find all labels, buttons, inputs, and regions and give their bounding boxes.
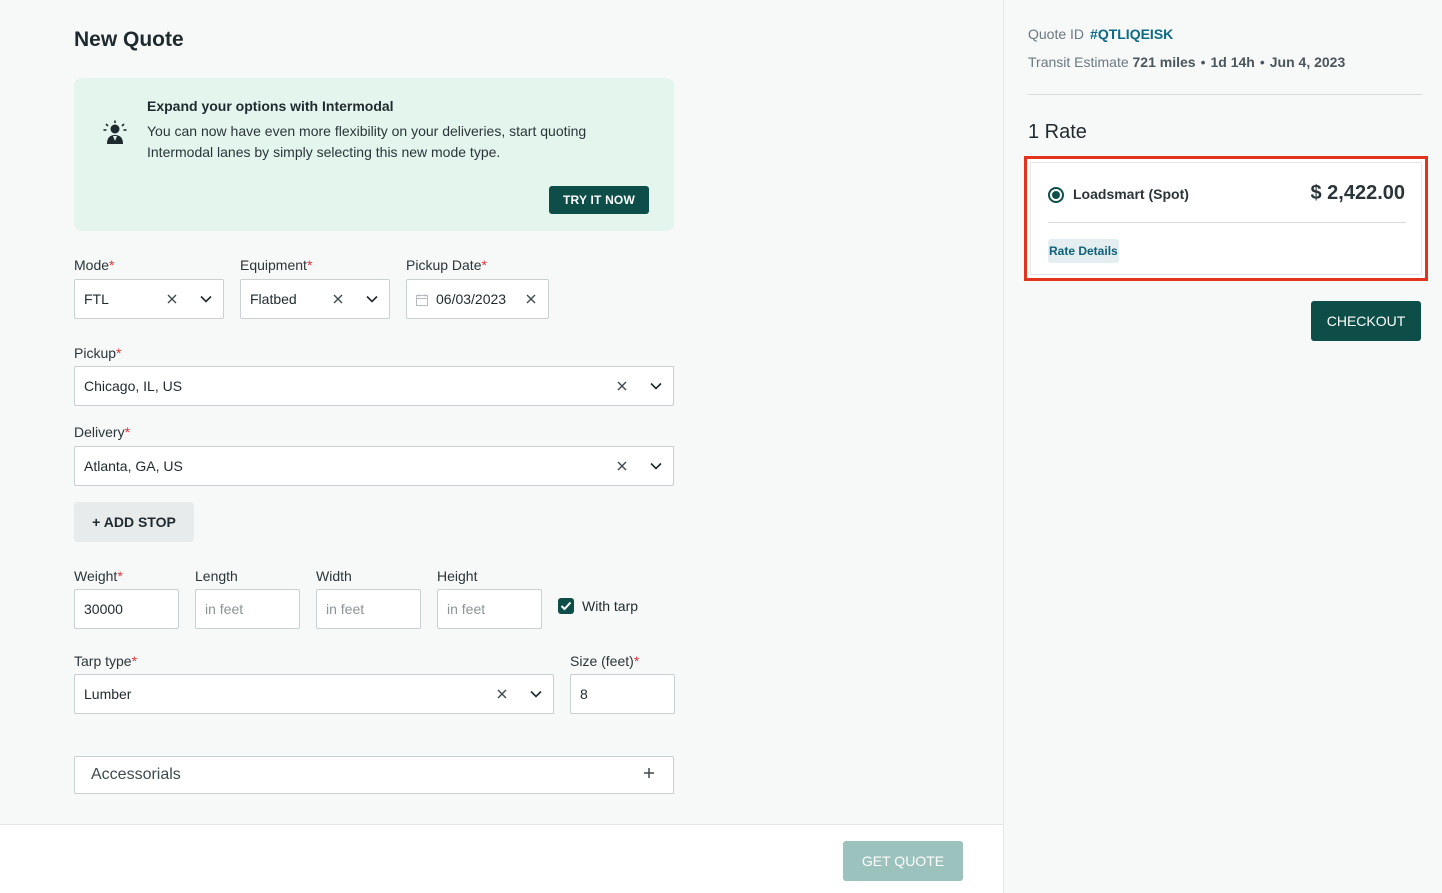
- rate-card-highlight: Loadsmart (Spot) $ 2,422.00 Rate Details: [1024, 156, 1428, 281]
- add-stop-button[interactable]: + ADD STOP: [74, 502, 194, 542]
- quote-id-value[interactable]: #QTLIQEISK: [1090, 26, 1173, 42]
- required-mark: *: [633, 653, 640, 669]
- pickup-date-input[interactable]: 06/03/2023: [406, 279, 549, 319]
- equipment-value: Flatbed: [250, 291, 297, 307]
- rate-count: 1 Rate: [1028, 121, 1087, 143]
- promo-title: Expand your options with Intermodal: [147, 98, 394, 114]
- radio-dot-icon: [1052, 191, 1060, 199]
- clear-icon[interactable]: [331, 292, 345, 306]
- transit-label: Transit Estimate: [1028, 54, 1129, 70]
- chevron-down-icon[interactable]: [649, 459, 663, 473]
- delivery-label: Delivery*: [74, 424, 131, 440]
- tarp-type-value: Lumber: [84, 686, 132, 702]
- required-mark: *: [124, 424, 131, 440]
- required-mark: *: [117, 568, 123, 584]
- transit-duration: 1d 14h: [1210, 54, 1255, 70]
- rate-divider: [1048, 222, 1406, 223]
- length-input[interactable]: in feet: [195, 589, 300, 629]
- height-label: Height: [437, 568, 478, 584]
- quote-summary-panel: Quote ID #QTLIQEISK Transit Estimate 721 …: [1003, 0, 1442, 893]
- pickup-location-select[interactable]: Chicago, IL, US: [74, 366, 674, 406]
- length-placeholder: in feet: [205, 601, 244, 617]
- mode-label: Mode*: [74, 257, 115, 273]
- equipment-label: Equipment*: [240, 257, 313, 273]
- with-tarp-checkbox[interactable]: With tarp: [558, 598, 638, 614]
- size-value: 8: [580, 686, 588, 702]
- size-label: Size (feet)*: [570, 653, 640, 669]
- clear-icon[interactable]: [495, 687, 509, 701]
- calendar-icon: [416, 293, 428, 306]
- required-mark: *: [131, 653, 138, 669]
- chevron-down-icon[interactable]: [365, 292, 379, 306]
- mode-select[interactable]: FTL: [74, 279, 224, 319]
- tarp-type-label: Tarp type*: [74, 653, 138, 669]
- quote-id: Quote ID #QTLIQEISK: [1028, 26, 1173, 42]
- clear-icon[interactable]: [524, 292, 538, 306]
- quote-id-label: Quote ID: [1028, 26, 1085, 42]
- rate-card[interactable]: Loadsmart (Spot) $ 2,422.00 Rate Details: [1030, 162, 1422, 275]
- clear-icon[interactable]: [165, 292, 179, 306]
- intermodal-promo-banner: Expand your options with Intermodal You …: [74, 78, 674, 231]
- length-label: Length: [195, 568, 238, 584]
- rate-radio[interactable]: [1048, 187, 1064, 203]
- delivery-location-select[interactable]: Atlanta, GA, US: [74, 446, 674, 486]
- transit-date: Jun 4, 2023: [1269, 54, 1346, 70]
- accessorials-accordion[interactable]: Accessorials: [74, 756, 674, 794]
- height-placeholder: in feet: [447, 601, 486, 617]
- accessorials-label: Accessorials: [91, 766, 181, 783]
- rate-price: $ 2,422.00: [1310, 182, 1405, 204]
- width-placeholder: in feet: [326, 601, 365, 617]
- pickup-value: Chicago, IL, US: [84, 378, 183, 394]
- delivery-value: Atlanta, GA, US: [84, 458, 183, 474]
- summary-divider: [1028, 94, 1422, 95]
- separator-dot-icon: •: [1200, 54, 1206, 70]
- chevron-down-icon[interactable]: [649, 379, 663, 393]
- width-input[interactable]: in feet: [316, 589, 421, 629]
- width-label: Width: [316, 568, 352, 584]
- page-title: New Quote: [74, 28, 184, 51]
- checkmark-icon[interactable]: [558, 598, 574, 614]
- promo-body: You can now have even more flexibility o…: [147, 123, 587, 160]
- required-mark: *: [481, 257, 487, 273]
- required-mark: *: [109, 257, 115, 273]
- chevron-down-icon[interactable]: [529, 687, 543, 701]
- separator-dot-icon: •: [1259, 54, 1265, 70]
- plus-icon[interactable]: [643, 766, 655, 784]
- person-highlight-icon: [102, 120, 128, 146]
- rate-details-link[interactable]: Rate Details: [1048, 239, 1119, 263]
- checkout-button[interactable]: CHECKOUT: [1311, 301, 1421, 341]
- size-input[interactable]: 8: [570, 674, 675, 714]
- pickup-label: Pickup*: [74, 345, 122, 361]
- weight-value: 30000: [84, 601, 123, 617]
- pickup-date-value: 06/03/2023: [436, 291, 507, 307]
- required-mark: *: [116, 345, 122, 361]
- weight-label: Weight*: [74, 568, 123, 584]
- chevron-down-icon[interactable]: [199, 292, 213, 306]
- transit-estimate: Transit Estimate 721 miles • 1d 14h • Jun 4,…: [1028, 54, 1345, 70]
- pickup-date-label: Pickup Date*: [406, 257, 487, 273]
- carrier-name: Loadsmart (Spot): [1073, 186, 1189, 202]
- try-it-now-button[interactable]: TRY IT NOW: [549, 186, 649, 214]
- equipment-select[interactable]: Flatbed: [240, 279, 390, 319]
- weight-input[interactable]: 30000: [74, 589, 179, 629]
- form-footer: GET QUOTE: [0, 825, 1003, 893]
- mode-value: FTL: [84, 291, 109, 307]
- get-quote-button[interactable]: GET QUOTE: [843, 841, 963, 881]
- clear-icon[interactable]: [615, 459, 629, 473]
- clear-icon[interactable]: [615, 379, 629, 393]
- quote-form-panel: New Quote Expand your options with Inter…: [0, 0, 1003, 893]
- with-tarp-label: With tarp: [582, 598, 639, 614]
- required-mark: *: [306, 257, 313, 273]
- height-input[interactable]: in feet: [437, 589, 542, 629]
- transit-miles: 721 miles: [1132, 54, 1196, 70]
- tarp-type-select[interactable]: Lumber: [74, 674, 554, 714]
